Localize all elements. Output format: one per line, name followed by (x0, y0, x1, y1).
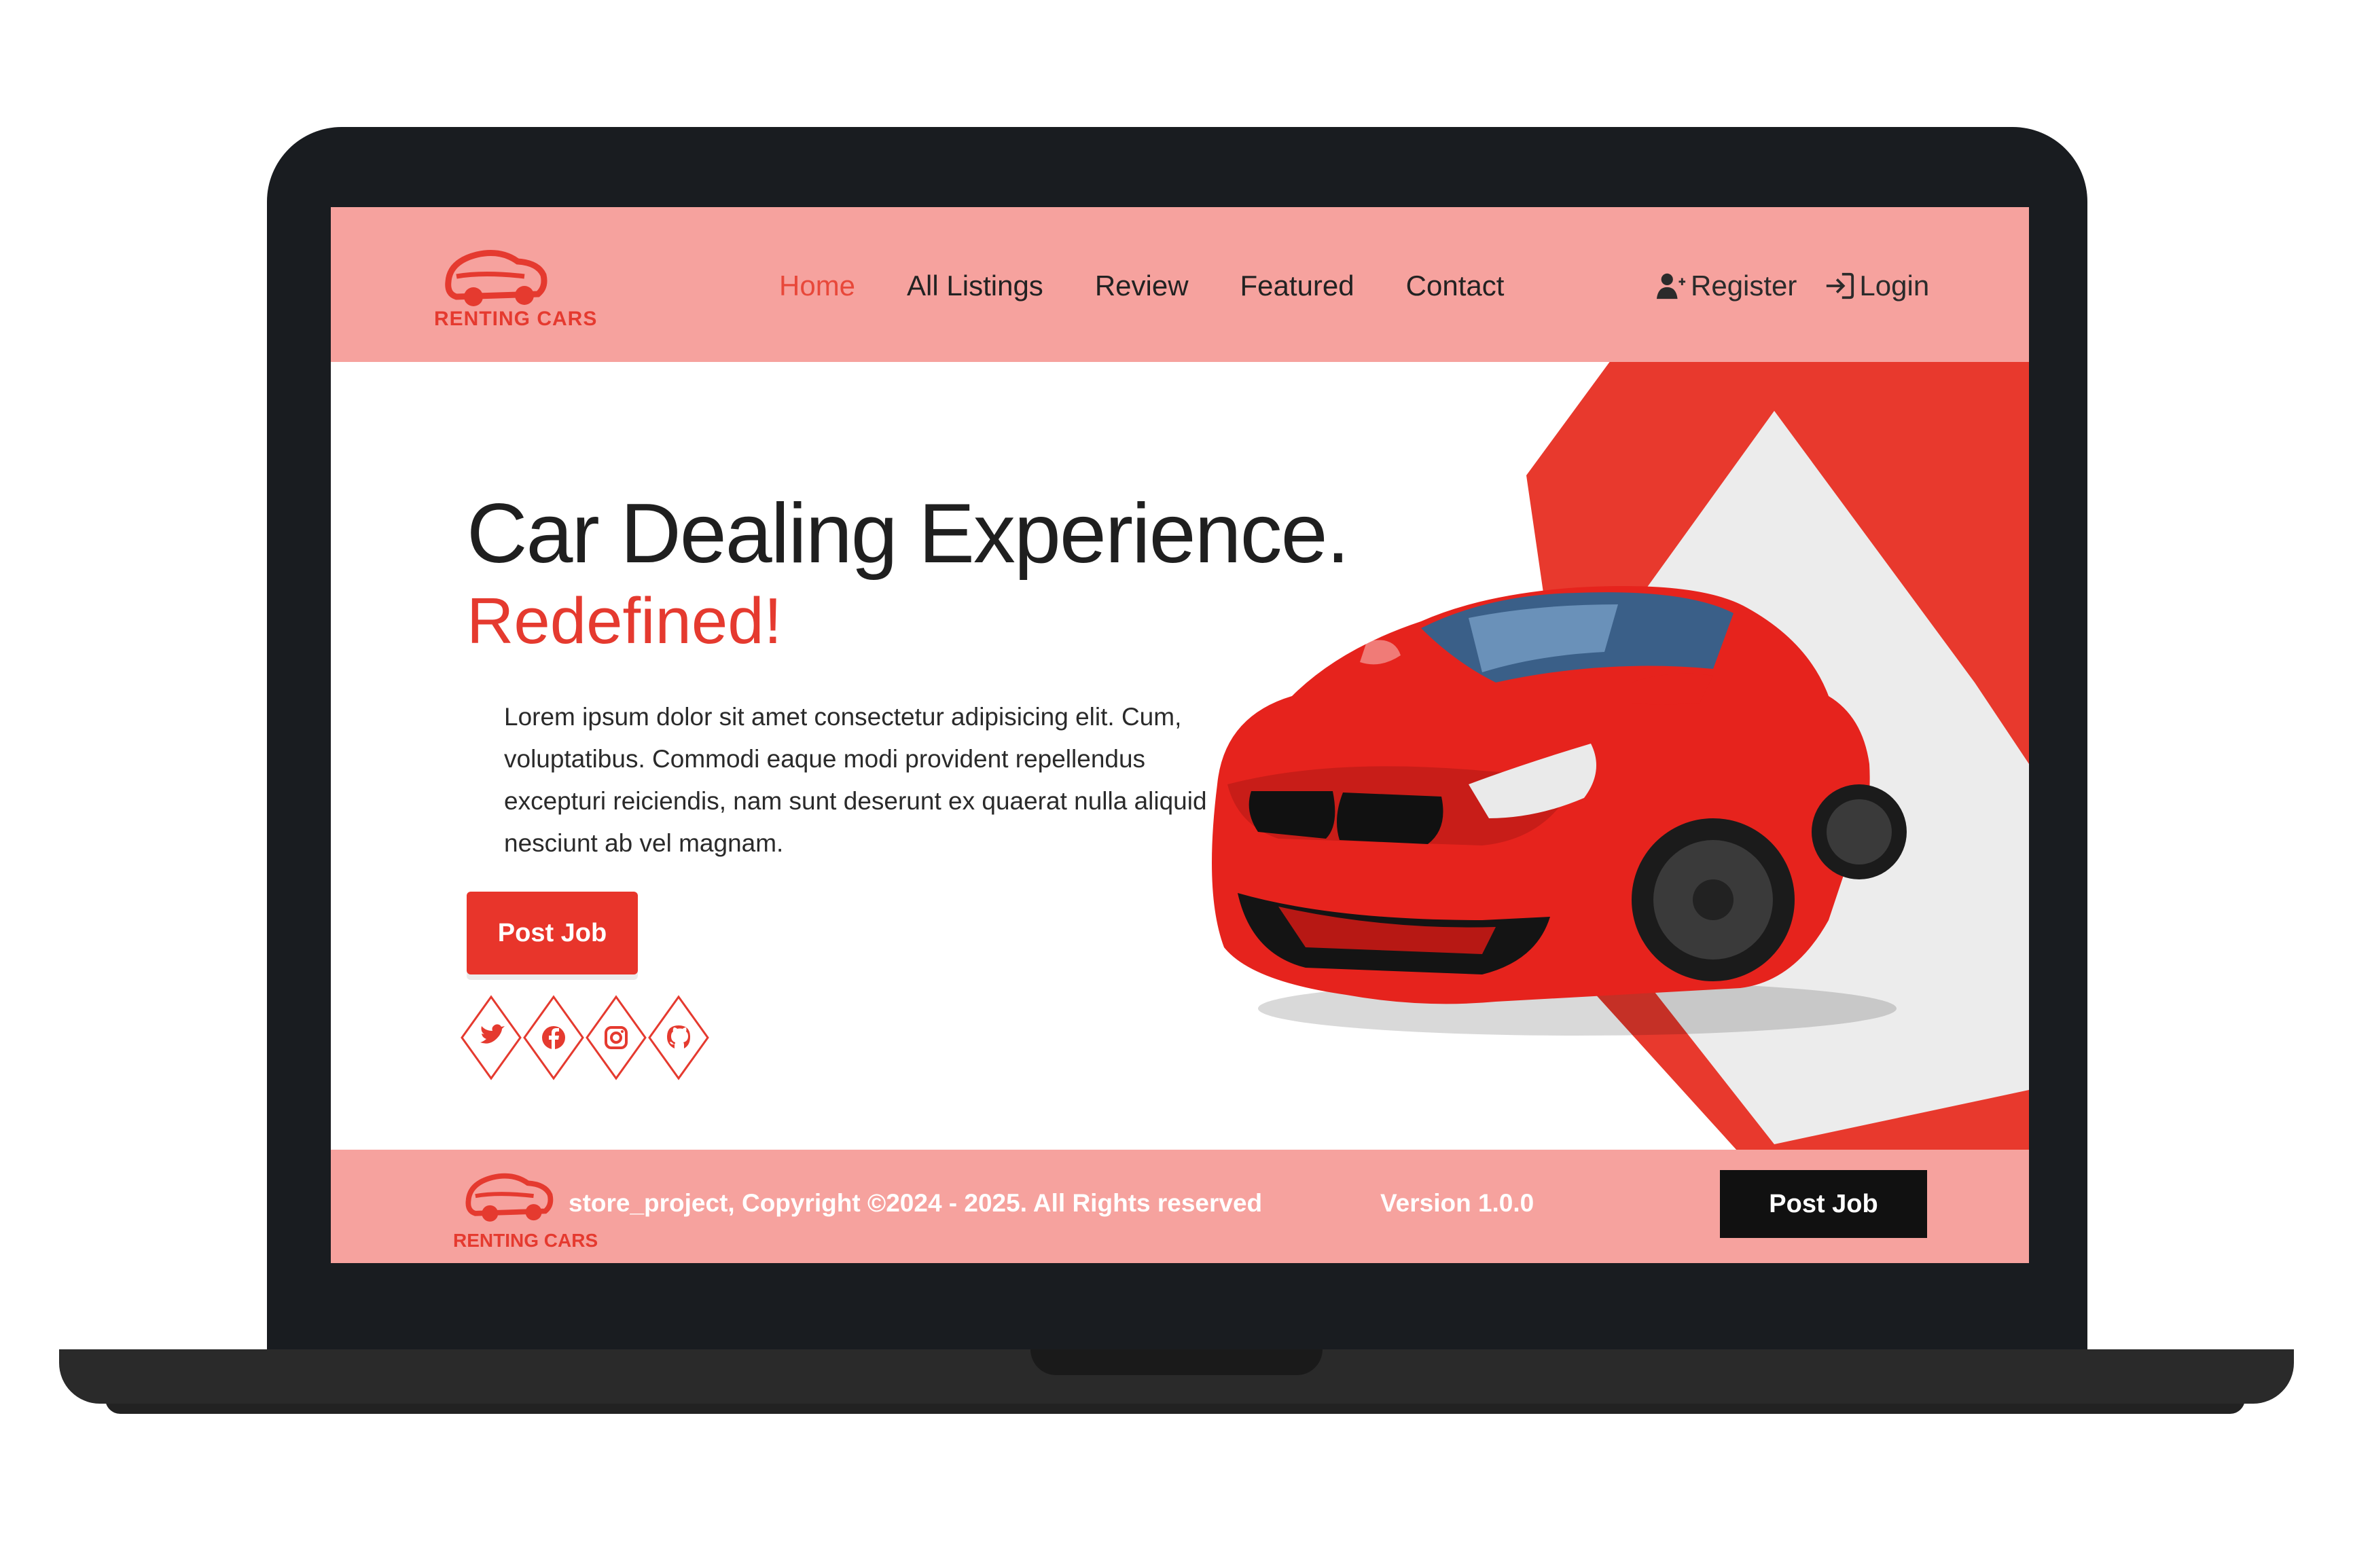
nav-contact[interactable]: Contact (1406, 270, 1505, 302)
logo-text: RENTING CARS (434, 308, 598, 330)
footer-logo-text: RENTING CARS (453, 1230, 598, 1251)
hero-description: Lorem ipsum dolor sit amet consectetur a… (504, 703, 1207, 857)
instagram-icon (586, 995, 647, 1080)
facebook-icon (523, 995, 584, 1080)
main-nav: Home All Listings Review Featured Contac… (779, 270, 1504, 302)
register-link[interactable]: Register (1655, 270, 1797, 302)
nav-featured[interactable]: Featured (1240, 270, 1354, 302)
login-link[interactable]: Login (1824, 270, 1929, 302)
facebook-link[interactable] (522, 995, 585, 1080)
version-text: Version 1.0.0 (1380, 1189, 1534, 1217)
footer-post-job-button[interactable]: Post Job (1720, 1170, 1927, 1238)
nav-all-listings[interactable]: All Listings (907, 270, 1043, 302)
site-footer: RENTING CARS store_project, Copyright ©2… (331, 1150, 2029, 1263)
register-label: Register (1691, 270, 1797, 302)
sign-in-icon (1827, 272, 1854, 299)
laptop-notch (1030, 1349, 1323, 1375)
user-plus-icon (1656, 273, 1686, 299)
social-links (460, 995, 710, 1080)
footer-logo[interactable] (453, 1160, 562, 1241)
instagram-link[interactable] (585, 995, 647, 1080)
github-icon (648, 995, 709, 1080)
nav-home[interactable]: Home (779, 270, 855, 302)
nav-review[interactable]: Review (1095, 270, 1189, 302)
copyright-text: store_project, Copyright ©2024 - 2025. A… (569, 1189, 1263, 1217)
hero-subtitle: Redefined! (467, 585, 783, 657)
twitter-icon (461, 995, 522, 1080)
auth-links: Register Login (1655, 270, 1929, 302)
post-job-button[interactable]: Post Job (467, 892, 638, 974)
site-header: RENTING CARS Home All Listings Review Fe… (331, 207, 2029, 362)
twitter-link[interactable] (460, 995, 522, 1080)
login-label: Login (1859, 270, 1930, 302)
red-sports-car-image (1212, 586, 1907, 1036)
github-link[interactable] (647, 995, 710, 1080)
browser-screen: RENTING CARS Home All Listings Review Fe… (331, 207, 2029, 1263)
